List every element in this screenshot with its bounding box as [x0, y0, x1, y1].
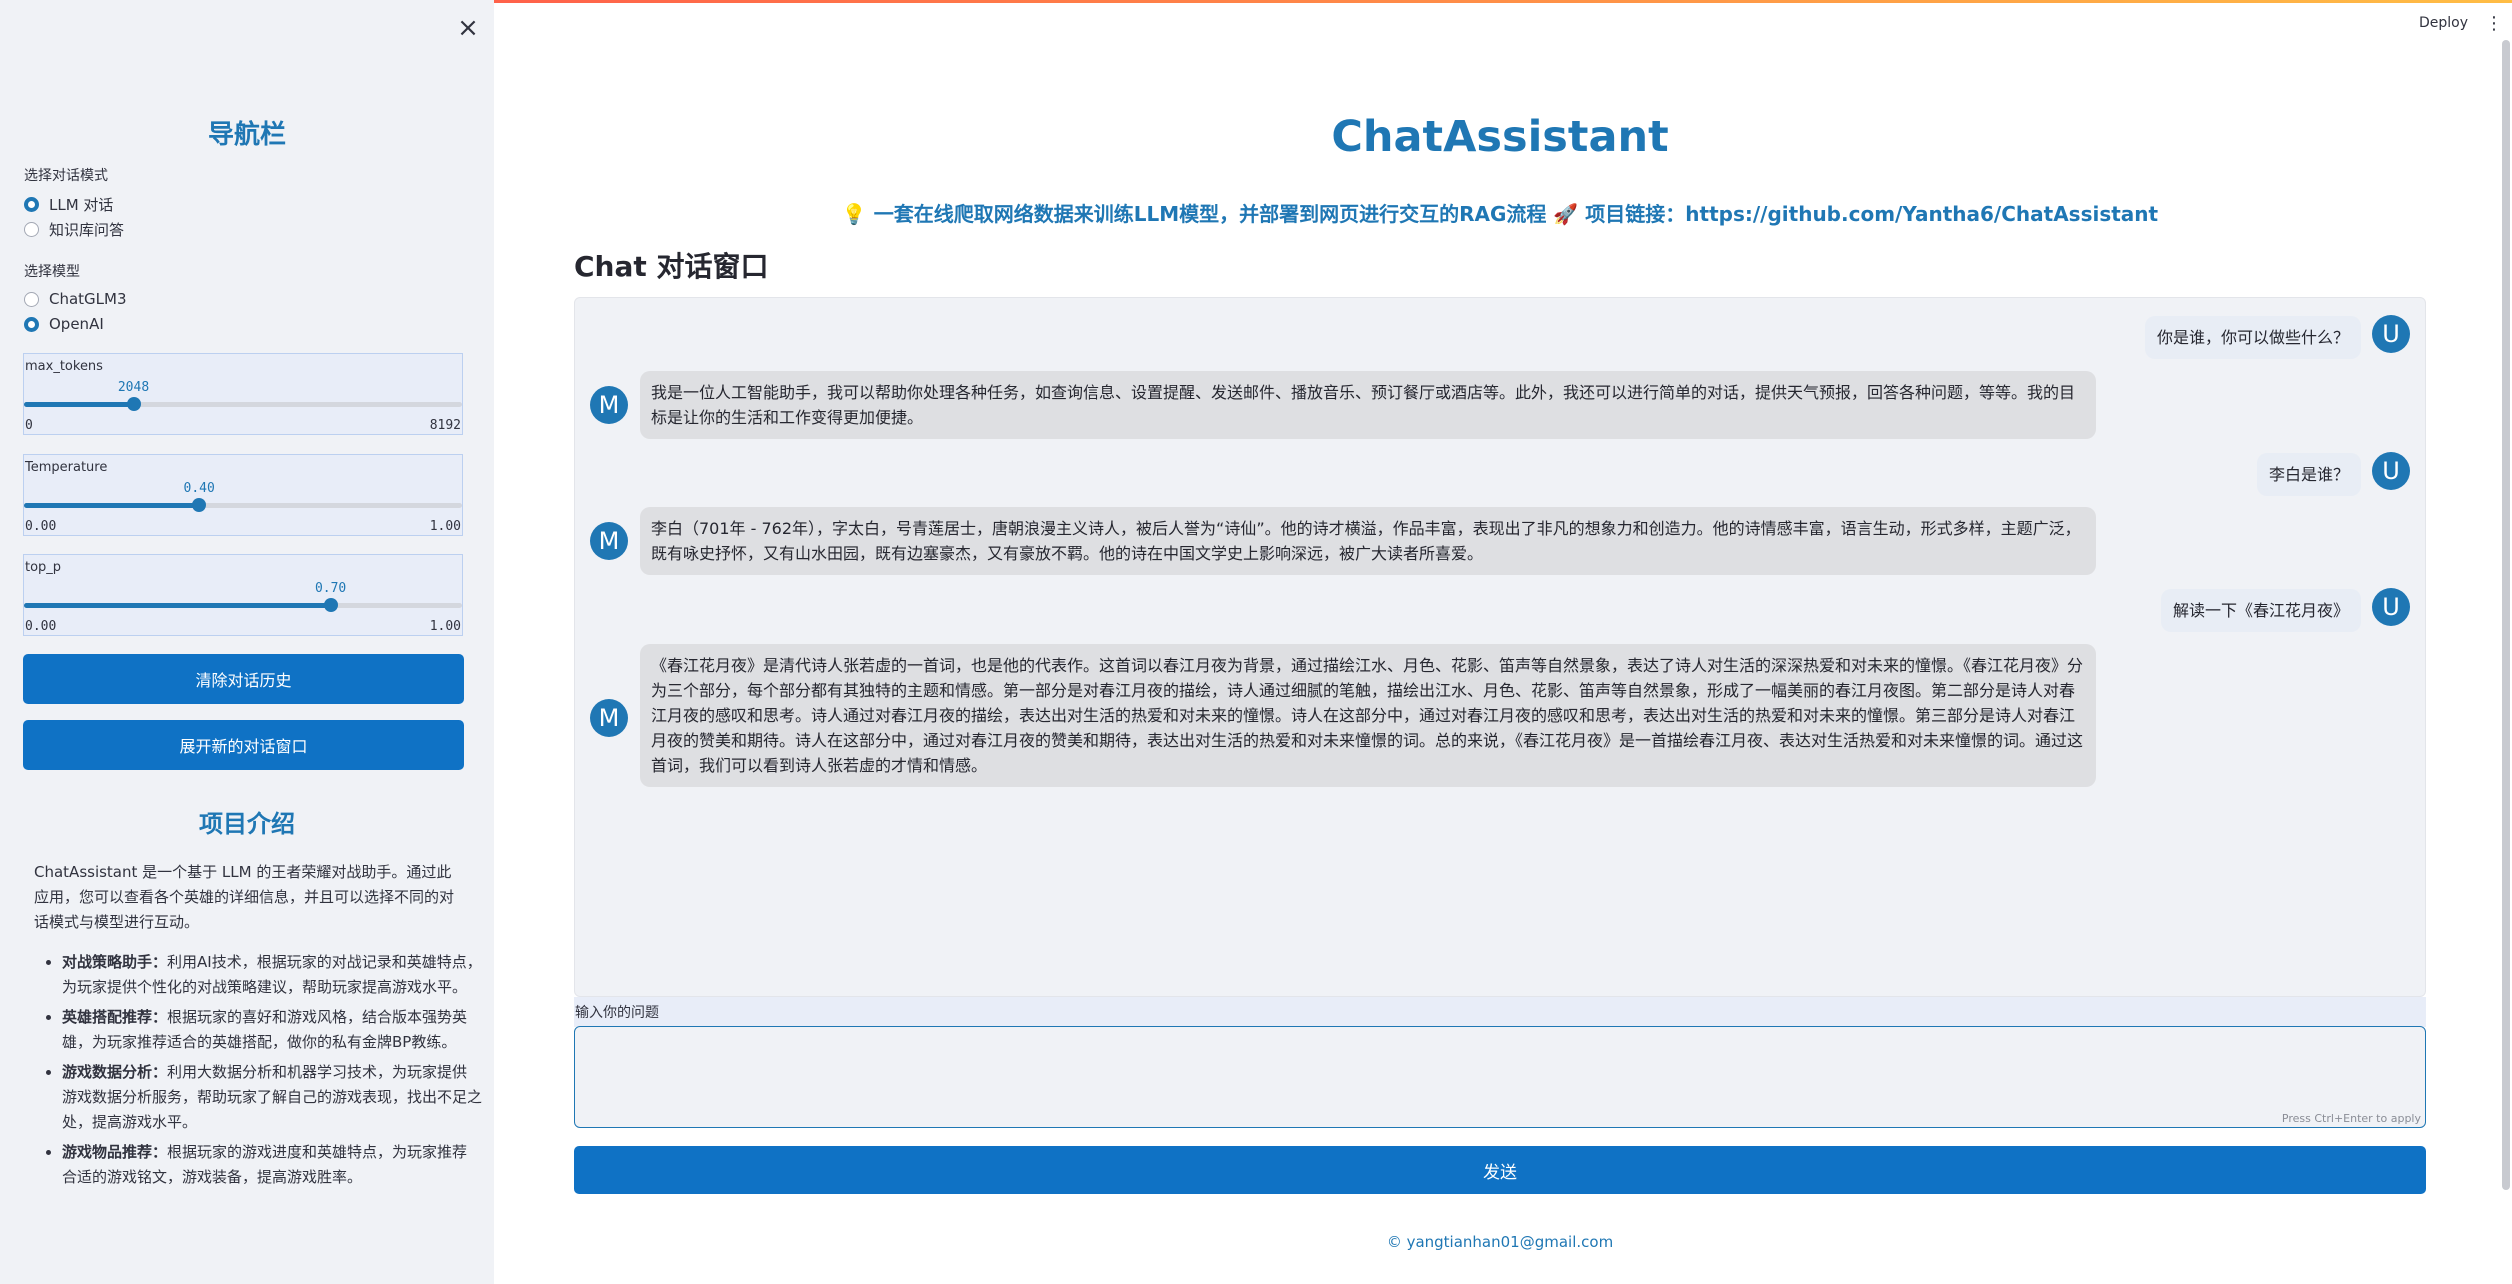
- user-avatar: U: [2372, 452, 2410, 490]
- user-avatar: U: [2372, 588, 2410, 626]
- sidebar: × 导航栏 选择对话模式 LLM 对话 知识库问答 选择模型 ChatGLM3 …: [0, 0, 494, 1284]
- slider-label: Temperature: [25, 460, 108, 475]
- radio-selected-icon: [24, 316, 39, 332]
- feature-title: 游戏物品推荐：: [62, 1143, 168, 1161]
- slider-track[interactable]: [24, 503, 462, 508]
- slider-handle[interactable]: [126, 397, 141, 411]
- list-item: 游戏物品推荐：根据玩家的游戏进度和英雄特点，为玩家推荐合适的游戏铭文，游戏装备，…: [62, 1140, 482, 1190]
- model-label: 选择模型: [24, 264, 80, 280]
- list-item: 对战策略助手：利用AI技术，根据玩家的对战记录和英雄特点，为玩家提供个性化的对战…: [62, 950, 482, 1000]
- assistant-avatar: M: [590, 386, 628, 424]
- question-input[interactable]: Press Ctrl+Enter to apply: [574, 1026, 2426, 1128]
- slider-max: 1.00: [429, 619, 461, 634]
- subtitle-text: 一套在线爬取网络数据来训练LLM模型，并部署到网页进行交互的RAG流程: [873, 202, 1547, 226]
- clear-history-button[interactable]: 清除对话历史: [23, 654, 464, 704]
- send-button[interactable]: 发送: [574, 1146, 2426, 1194]
- deploy-button[interactable]: Deploy: [2419, 15, 2468, 31]
- feature-title: 英雄搭配推荐：: [62, 1008, 168, 1026]
- user-message: 你是谁，你可以做些什么？: [2144, 316, 2361, 359]
- close-icon: ×: [457, 13, 479, 43]
- slider-label: max_tokens: [25, 359, 103, 374]
- slider-current-value: 0.70: [314, 581, 347, 596]
- close-sidebar-button[interactable]: ×: [452, 12, 484, 44]
- slider-track[interactable]: [24, 402, 462, 407]
- list-item: 英雄搭配推荐：根据玩家的喜好和游戏风格，结合版本强势英雄，为玩家推荐适合的英雄搭…: [62, 1005, 482, 1055]
- slider-fill: [24, 503, 200, 508]
- intro-title: 项目介绍: [199, 810, 295, 838]
- radio-llm-chat[interactable]: LLM 对话: [24, 194, 113, 215]
- slider-max-tokens[interactable]: max_tokens 2048 0 8192: [23, 353, 463, 435]
- chat-history: 你是谁，你可以做些什么？ U M 我是一位人工智能助手，我可以帮助你处理各种任务…: [574, 297, 2426, 997]
- slider-label: top_p: [25, 560, 62, 575]
- radio-openai[interactable]: OpenAI: [24, 315, 104, 333]
- feature-title: 游戏数据分析：: [62, 1063, 168, 1081]
- scrollbar[interactable]: [2502, 40, 2510, 1190]
- slider-temperature[interactable]: Temperature 0.40 0.00 1.00: [23, 454, 463, 536]
- radio-selected-icon: [24, 197, 39, 212]
- slider-min: 0.00: [25, 619, 57, 634]
- input-label: 输入你的问题: [575, 1005, 659, 1021]
- slider-handle[interactable]: [323, 598, 338, 612]
- lightbulb-icon: 💡: [841, 202, 867, 226]
- user-message: 李白是谁？: [2256, 453, 2361, 496]
- slider-max: 1.00: [429, 519, 461, 534]
- list-item: 游戏数据分析：利用大数据分析和机器学习技术，为玩家提供游戏数据分析服务，帮助玩家…: [62, 1060, 482, 1135]
- intro-text: ChatAssistant 是一个基于 LLM 的王者荣耀对战助手。通过此应用，…: [34, 863, 455, 931]
- assistant-message: 李白（701年 - 762年），字太白，号青莲居士，唐朝浪漫主义诗人，被后人誉为…: [640, 507, 2096, 575]
- feature-list: 对战策略助手：利用AI技术，根据玩家的对战记录和英雄特点，为玩家提供个性化的对战…: [34, 950, 482, 1195]
- radio-unselected-icon: [24, 222, 39, 237]
- radio-chatglm3[interactable]: ChatGLM3: [24, 290, 127, 308]
- slider-top-p[interactable]: top_p 0.70 0.00 1.00: [23, 554, 463, 636]
- radio-label: OpenAI: [49, 315, 104, 333]
- footer-email[interactable]: © yangtianhan01@gmail.com: [574, 1233, 2426, 1251]
- user-message: 解读一下《春江花月夜》: [2160, 589, 2361, 632]
- assistant-avatar: M: [590, 522, 628, 560]
- input-hint: Press Ctrl+Enter to apply: [2281, 1112, 2421, 1125]
- assistant-avatar: M: [590, 699, 628, 737]
- slider-fill: [24, 603, 331, 608]
- assistant-message: 我是一位人工智能助手，我可以帮助你处理各种任务，如查询信息、设置提醒、发送邮件、…: [640, 371, 2096, 439]
- slider-min: 0: [25, 418, 33, 433]
- main-menu-button[interactable]: ⋮: [2485, 13, 2503, 34]
- feature-title: 对战策略助手：: [62, 953, 168, 971]
- radio-label: LLM 对话: [49, 196, 114, 214]
- input-label-band: [574, 997, 2426, 1027]
- project-link[interactable]: https://github.com/Yantha6/ChatAssistant: [1685, 202, 2158, 226]
- new-chat-window-button[interactable]: 展开新的对话窗口: [23, 720, 464, 770]
- radio-label: ChatGLM3: [49, 290, 127, 308]
- radio-knowledge-base[interactable]: 知识库问答: [24, 219, 124, 240]
- slider-current-value: 0.40: [183, 481, 215, 496]
- radio-unselected-icon: [24, 291, 39, 307]
- slider-min: 0.00: [25, 519, 57, 534]
- slider-max: 8192: [429, 418, 461, 433]
- slider-fill: [24, 402, 134, 407]
- chat-window-title: Chat 对话窗口: [574, 250, 769, 283]
- more-vertical-icon: ⋮: [2485, 13, 2503, 34]
- radio-label: 知识库问答: [49, 221, 125, 239]
- user-avatar: U: [2372, 315, 2410, 353]
- nav-title: 导航栏: [207, 120, 286, 150]
- page-subtitle: 💡 一套在线爬取网络数据来训练LLM模型，并部署到网页进行交互的RAG流程 🚀 …: [574, 198, 2426, 227]
- slider-handle[interactable]: [192, 498, 207, 512]
- mode-label: 选择对话模式: [24, 168, 108, 184]
- slider-track[interactable]: [24, 603, 462, 608]
- project-link-label: 项目链接：: [1585, 202, 1686, 226]
- rocket-icon: 🚀: [1553, 202, 1579, 226]
- page-title: ChatAssistant: [1331, 112, 1669, 162]
- slider-current-value: 2048: [117, 380, 150, 395]
- assistant-message: 《春江花月夜》是清代诗人张若虚的一首词，也是他的代表作。这首词以春江月夜为背景，…: [640, 644, 2096, 787]
